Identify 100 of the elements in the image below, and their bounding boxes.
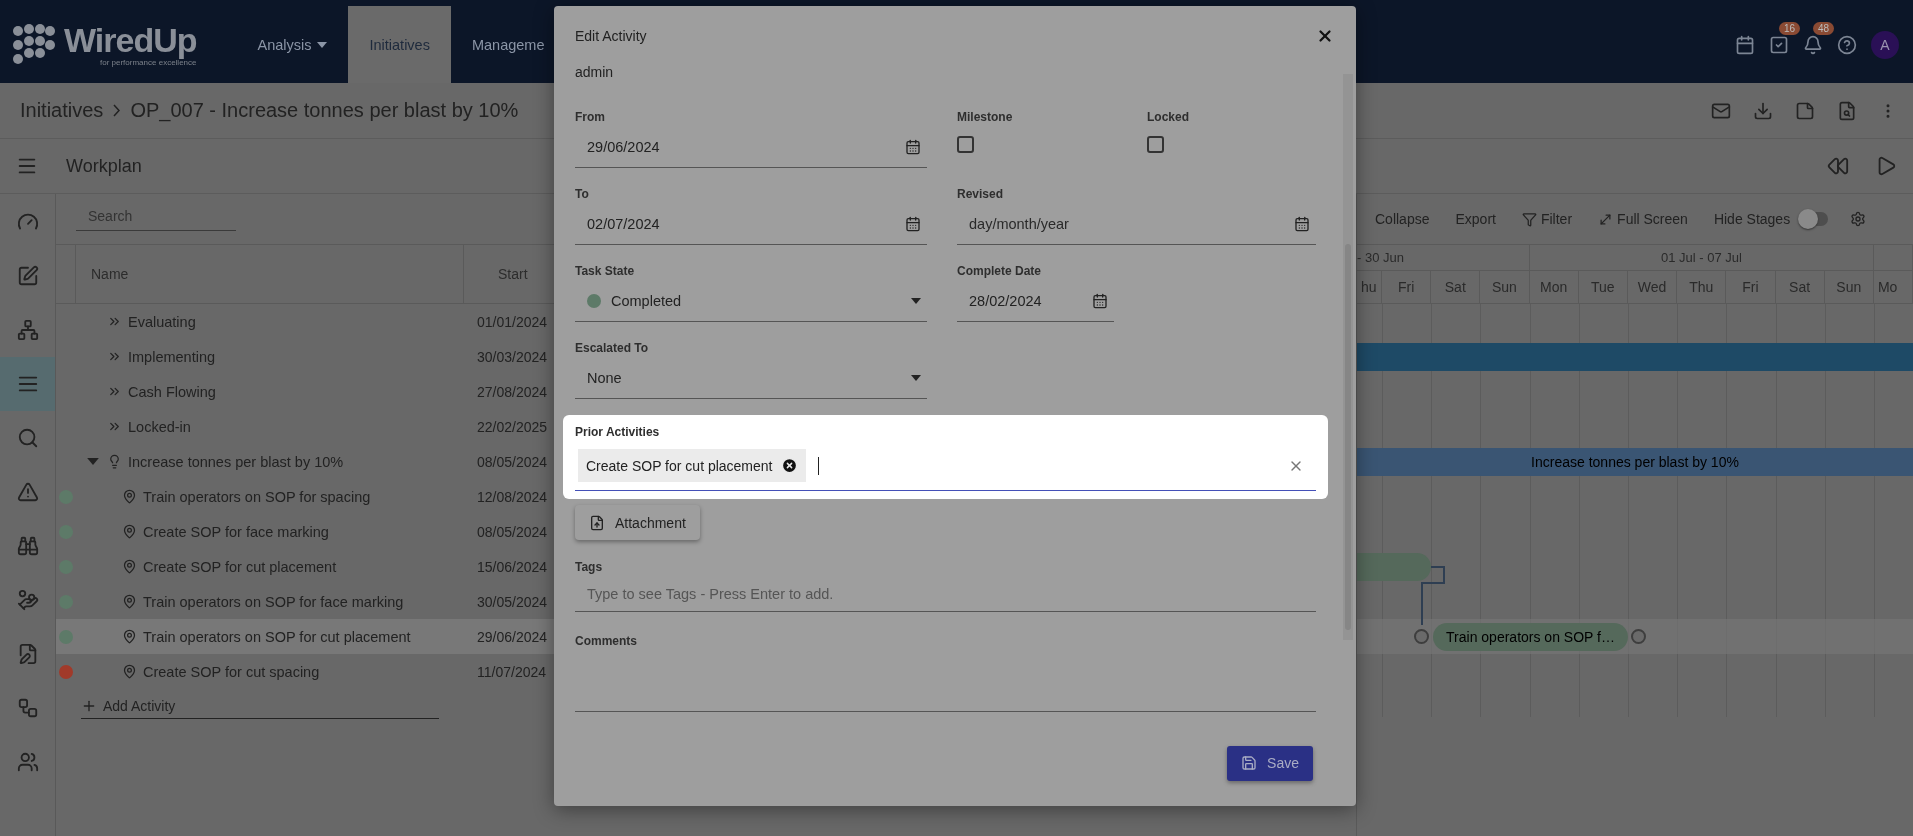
pin-icon xyxy=(122,489,137,504)
field-label: To xyxy=(575,187,590,203)
activity-name: Cash Flowing xyxy=(128,383,216,400)
week-label: - 30 Jun xyxy=(1357,250,1404,265)
calendar-icon xyxy=(1294,215,1310,232)
start-date: 01/01/2024 xyxy=(477,313,548,330)
day-label: Sun xyxy=(1836,279,1862,295)
text-cursor xyxy=(817,456,819,475)
breadcrumb-current: OP_007 - Increase tonnes per blast by 10% xyxy=(130,99,519,122)
tags-field[interactable]: Type to see Tags - Press Enter to add. xyxy=(575,576,1316,612)
activity-name: Increase tonnes per blast by 10% xyxy=(128,453,344,470)
section-title: Workplan xyxy=(66,155,142,177)
day-label: Fri xyxy=(1742,279,1759,295)
add-activity-button[interactable]: Add Activity xyxy=(81,694,439,719)
collapse-caret-icon[interactable] xyxy=(87,458,99,465)
activity-name: Create SOP for cut spacing xyxy=(143,663,320,680)
save-button[interactable]: Save xyxy=(1227,745,1313,781)
day-label: Thu xyxy=(1689,279,1714,295)
owner-name: admin xyxy=(575,65,615,79)
save-icon xyxy=(1241,755,1258,771)
week-label: 01 Jul - 07 Jul xyxy=(1661,250,1742,265)
pin-icon xyxy=(122,559,137,574)
calendar-icon xyxy=(905,215,921,232)
settings-icon[interactable] xyxy=(1850,211,1867,227)
toolbar-button[interactable]: Collapse xyxy=(1375,211,1430,227)
start-date: 08/05/2024 xyxy=(477,453,548,470)
file-upload-icon xyxy=(589,514,605,531)
toolbar-button[interactable]: Filter xyxy=(1521,211,1573,227)
date-field[interactable]: 29/06/2024 xyxy=(575,126,927,168)
document-search-icon[interactable] xyxy=(1837,100,1857,121)
field-label: Locked xyxy=(1147,110,1190,126)
day-label: Wed xyxy=(1637,279,1667,295)
chevron-icon xyxy=(113,104,121,117)
field-label: Complete Date xyxy=(957,264,1043,280)
activity-name: Evaluating xyxy=(128,313,196,330)
nav-tab[interactable]: Initiatives xyxy=(348,6,451,83)
select-field[interactable]: None xyxy=(575,357,927,399)
breadcrumb-link[interactable]: Initiatives xyxy=(20,99,104,122)
list-icon[interactable] xyxy=(0,357,55,411)
start-date: 22/02/2025 xyxy=(477,418,548,435)
activity-name: Train operators on SOP for cut placement xyxy=(143,628,411,645)
toolbar-button[interactable]: Export xyxy=(1455,211,1496,227)
gantt-bar[interactable]: Increase tonnes per blast by 10% xyxy=(1357,448,1913,476)
field-label: Task State xyxy=(575,264,636,280)
day-label: Sat xyxy=(1789,279,1811,295)
field-label: From xyxy=(575,110,606,126)
start-date: 30/05/2024 xyxy=(477,593,548,610)
day-label: Mon xyxy=(1540,279,1568,295)
date-field[interactable]: day/month/year xyxy=(957,203,1316,245)
help-icon[interactable] xyxy=(1837,34,1857,55)
nav-tab[interactable]: Analysis xyxy=(236,6,349,83)
start-date: 08/05/2024 xyxy=(477,523,548,540)
activity-chip[interactable]: Create SOP for cut placement xyxy=(578,449,806,482)
bar-label: Train operators on SOP f… xyxy=(1446,629,1615,645)
user-avatar[interactable]: A xyxy=(1871,30,1899,59)
date-field[interactable]: 02/07/2024 xyxy=(575,203,927,245)
day-label: Sat xyxy=(1444,279,1466,295)
start-date: 12/08/2024 xyxy=(477,488,548,505)
download-icon[interactable] xyxy=(1753,100,1773,121)
resize-icon xyxy=(1598,211,1614,227)
attachment-button[interactable]: Attachment xyxy=(575,505,700,540)
dependency-connector xyxy=(1421,566,1447,626)
field-label: Revised xyxy=(957,187,1005,203)
gantt-bar[interactable]: Train operators on SOP f… xyxy=(1433,623,1628,651)
activity-name: Train operators on SOP for spacing xyxy=(143,488,371,505)
activity-name: Create SOP for face marking xyxy=(143,523,329,540)
date-field[interactable]: 28/02/2024 xyxy=(957,280,1114,322)
bar-label: Increase tonnes per blast by 10% xyxy=(1531,454,1739,470)
dialog-title: Edit Activity xyxy=(575,28,647,44)
bell-icon[interactable] xyxy=(1803,34,1823,55)
prior-activities-field[interactable]: Create SOP for cut placement xyxy=(575,447,1316,491)
activity-name: Locked-in xyxy=(128,418,191,435)
tasks-icon[interactable] xyxy=(1769,34,1789,55)
start-date: 29/06/2024 xyxy=(477,628,548,645)
field-label: Prior Activities xyxy=(575,425,661,441)
day-label: Mo xyxy=(1877,279,1898,295)
rewind-icon[interactable] xyxy=(1827,155,1849,177)
note-icon[interactable] xyxy=(1795,100,1815,121)
count-badge: 48 xyxy=(1813,21,1835,35)
remove-icon[interactable] xyxy=(780,457,798,474)
start-date: 27/08/2024 xyxy=(477,383,548,400)
checkbox[interactable] xyxy=(957,136,974,153)
activity-name: Train operators on SOP for face marking xyxy=(143,593,404,610)
start-date: 15/06/2024 xyxy=(477,558,548,575)
calendar-icon xyxy=(1092,292,1108,309)
activity-name: Create SOP for cut placement xyxy=(143,558,337,575)
link-handle[interactable] xyxy=(1631,629,1646,644)
field-label: Milestone xyxy=(957,110,1014,126)
activity-name: Implementing xyxy=(128,348,216,365)
close-icon[interactable] xyxy=(1316,27,1334,45)
link-handle[interactable] xyxy=(1414,629,1429,644)
checkbox[interactable] xyxy=(1147,136,1164,153)
calendar-icon[interactable] xyxy=(1735,34,1755,55)
select-field[interactable]: Completed xyxy=(575,280,927,322)
pin-icon xyxy=(122,629,137,644)
logo-name: WiredUp xyxy=(64,22,197,58)
field-label: Comments xyxy=(575,634,638,650)
toolbar-button[interactable]: Full Screen xyxy=(1598,211,1688,227)
plus-icon xyxy=(81,698,97,714)
start-date: 11/07/2024 xyxy=(477,663,547,680)
